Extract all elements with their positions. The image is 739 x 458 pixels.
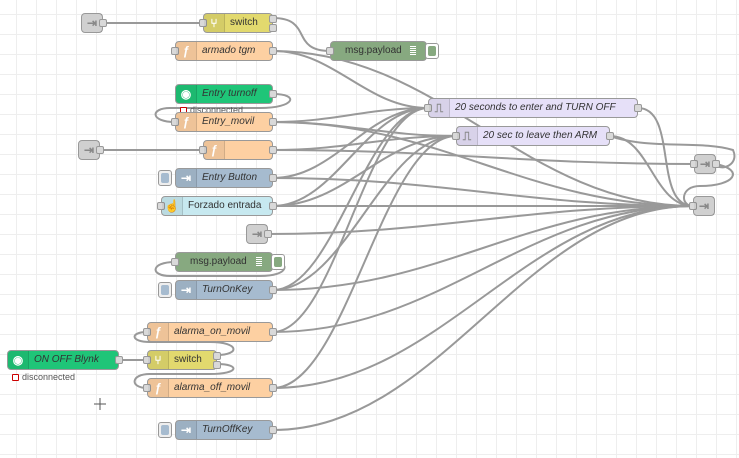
switch-node[interactable]: ⑂ switch: [199, 13, 277, 33]
link-node[interactable]: ⇥ Entry Button: [175, 168, 277, 188]
output-port[interactable]: [264, 230, 272, 238]
output-port[interactable]: [99, 19, 107, 27]
globe-icon: ◉: [8, 351, 29, 369]
output-port[interactable]: [269, 118, 277, 126]
output-port[interactable]: [269, 24, 277, 32]
wire[interactable]: [272, 17, 331, 52]
flow-workspace[interactable]: ⇥ ⇥ ⇥ ⇥ ⇥ ⑂ switch ƒ armado tgm msg.payl…: [0, 0, 739, 458]
node-label: alarma_off_movil: [174, 382, 251, 393]
node-label: Entry_movil: [202, 116, 255, 127]
link-node[interactable]: ⇥ TurnOffKey: [175, 420, 277, 440]
wire[interactable]: [272, 149, 695, 165]
link-target-node[interactable]: ⇥: [689, 196, 715, 216]
output-port[interactable]: [213, 361, 221, 369]
node-label: ON OFF Blynk: [34, 354, 99, 365]
node-label: Entry Button: [202, 172, 258, 183]
node-label: Forzado entrada: [188, 200, 262, 211]
function-icon: ƒ: [176, 113, 197, 131]
inject-button[interactable]: [158, 170, 172, 186]
blynk-in-node[interactable]: ◉ Entry turnoff: [175, 84, 277, 104]
arrow-icon: ⇥: [176, 421, 197, 439]
output-port[interactable]: [96, 146, 104, 154]
node-label: Entry turnoff: [202, 88, 257, 99]
output-port[interactable]: [269, 15, 277, 23]
wire[interactable]: [272, 205, 694, 431]
node-label: switch: [174, 354, 202, 365]
function-node[interactable]: ƒ Entry_movil: [171, 112, 277, 132]
arrow-icon: ⇥: [176, 281, 197, 299]
link-out-node[interactable]: ⇥: [690, 154, 720, 174]
crosshair-cursor-icon: [94, 398, 106, 410]
switch-icon: ⑂: [148, 351, 169, 369]
output-port[interactable]: [269, 328, 277, 336]
link-in-node[interactable]: ⇥: [78, 140, 104, 160]
function-icon: ƒ: [148, 323, 169, 341]
switch-icon: ⑂: [204, 14, 225, 32]
node-status: disconnected: [12, 372, 75, 382]
output-port[interactable]: [634, 104, 642, 112]
debug-toggle-button[interactable]: [271, 254, 285, 270]
arrow-icon: ⇥: [694, 197, 714, 215]
function-node[interactable]: ƒ: [199, 140, 277, 160]
timer-icon: ⎍: [429, 99, 450, 117]
output-port[interactable]: [115, 356, 123, 364]
delay-node[interactable]: ⎍ 20 seconds to enter and TURN OFF: [424, 98, 642, 118]
output-port[interactable]: [269, 202, 277, 210]
timer-icon: ⎍: [457, 127, 478, 145]
output-port[interactable]: [269, 146, 277, 154]
debug-toggle-button[interactable]: [425, 43, 439, 59]
input-port[interactable]: [326, 47, 334, 55]
output-port[interactable]: [213, 352, 221, 360]
list-icon: [256, 257, 262, 267]
output-port[interactable]: [269, 47, 277, 55]
switch-node[interactable]: ⑂ switch: [143, 350, 221, 370]
output-port[interactable]: [269, 426, 277, 434]
arrow-icon: ⇥: [176, 169, 197, 187]
input-port[interactable]: [171, 258, 179, 266]
output-port[interactable]: [606, 132, 614, 140]
wire[interactable]: [272, 107, 429, 291]
node-label: alarma_on_movil: [174, 326, 251, 337]
wire[interactable]: [272, 135, 457, 291]
function-icon: ƒ: [176, 42, 197, 60]
output-port[interactable]: [269, 286, 277, 294]
function-node[interactable]: ƒ armado tgm: [171, 41, 277, 61]
node-label: 20 sec to leave then ARM: [483, 130, 598, 141]
function-node[interactable]: ƒ alarma_on_movil: [143, 322, 277, 342]
node-label: msg.payload: [190, 256, 247, 267]
inject-node[interactable]: ☝ Forzado entrada: [157, 196, 277, 216]
inject-button[interactable]: [158, 422, 172, 438]
delay-node[interactable]: ⎍ 20 sec to leave then ARM: [452, 126, 614, 146]
wires-layer: [99, 17, 736, 431]
node-label: 20 seconds to enter and TURN OFF: [455, 102, 616, 113]
debug-node[interactable]: msg.payload: [326, 41, 427, 61]
output-port[interactable]: [269, 174, 277, 182]
output-port[interactable]: [712, 160, 720, 168]
node-label: msg.payload: [345, 45, 402, 56]
node-label: switch: [230, 17, 258, 28]
function-icon: ƒ: [148, 379, 169, 397]
function-icon: ƒ: [204, 141, 225, 159]
node-label: armado tgm: [202, 45, 256, 56]
hand-icon: ☝: [162, 197, 183, 215]
debug-node[interactable]: msg.payload: [171, 252, 273, 272]
inject-button[interactable]: [158, 282, 172, 298]
output-port[interactable]: [269, 384, 277, 392]
list-icon: [410, 46, 416, 56]
link-node[interactable]: ⇥ TurnOnKey: [175, 280, 277, 300]
function-node[interactable]: ƒ alarma_off_movil: [143, 378, 277, 398]
wire[interactable]: [272, 107, 429, 333]
globe-icon: ◉: [176, 85, 197, 103]
node-label: TurnOffKey: [202, 424, 253, 435]
wire[interactable]: [272, 205, 694, 291]
blynk-in-node[interactable]: ◉ ON OFF Blynk: [7, 350, 123, 370]
link-in-node[interactable]: ⇥: [81, 13, 107, 33]
node-label: TurnOnKey: [202, 284, 253, 295]
link-out-node[interactable]: ⇥: [246, 224, 272, 244]
output-port[interactable]: [269, 90, 277, 98]
